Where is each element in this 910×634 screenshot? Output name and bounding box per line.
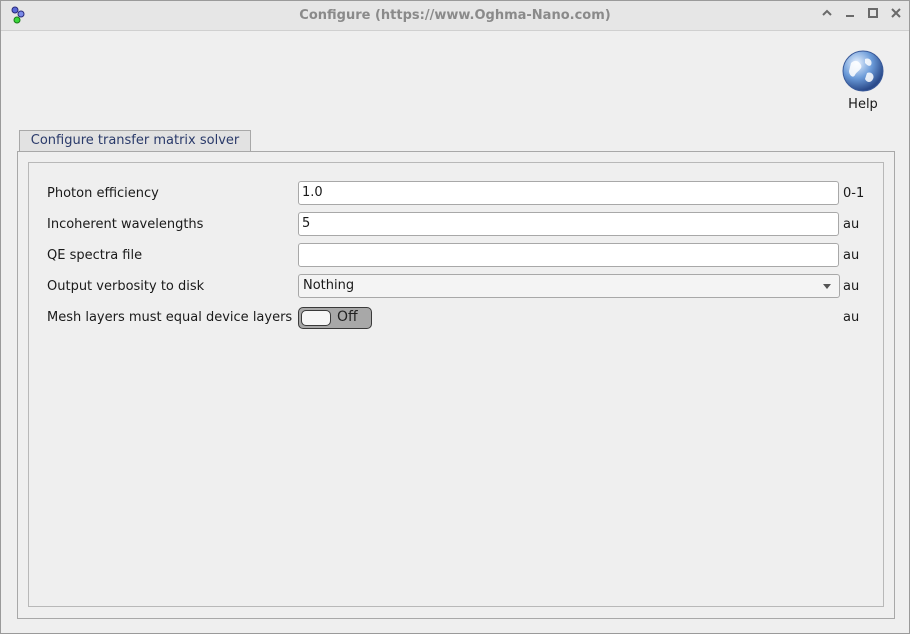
maximize-button[interactable] xyxy=(864,7,882,25)
qe-spectra-file-unit: au xyxy=(843,248,860,263)
toggle-knob xyxy=(301,310,331,326)
chevron-up-icon xyxy=(822,9,832,16)
photon-efficiency-input[interactable]: 1.0 xyxy=(298,181,839,205)
output-verbosity-select[interactable]: Nothing xyxy=(298,274,840,298)
settings-frame: Photon efficiency 1.0 0-1 Incoherent wav… xyxy=(28,162,884,607)
toggle-state: Off xyxy=(337,309,358,325)
minimize-button[interactable] xyxy=(841,7,859,25)
photon-efficiency-label: Photon efficiency xyxy=(47,186,159,201)
incoherent-wavelengths-unit: au xyxy=(843,217,860,232)
close-button[interactable] xyxy=(887,7,905,25)
title-bar[interactable]: Configure (https://www.Oghma-Nano.com) xyxy=(1,1,909,31)
configure-window: Configure (https://www.Oghma-Nano.com) H… xyxy=(0,0,910,634)
photon-efficiency-unit: 0-1 xyxy=(843,186,865,201)
help-label: Help xyxy=(848,97,878,112)
qe-spectra-file-input[interactable] xyxy=(298,243,839,267)
help-button[interactable]: Help xyxy=(839,49,887,119)
close-icon xyxy=(891,8,901,18)
mesh-layers-toggle[interactable]: Off xyxy=(298,307,372,329)
mesh-layers-label: Mesh layers must equal device layers xyxy=(47,310,293,325)
output-verbosity-label: Output verbosity to disk xyxy=(47,279,205,294)
window-title: Configure (https://www.Oghma-Nano.com) xyxy=(299,8,611,23)
shade-button[interactable] xyxy=(818,7,836,25)
minimize-icon xyxy=(846,15,854,17)
globe-help-icon xyxy=(842,50,884,92)
maximize-icon xyxy=(868,8,878,18)
incoherent-wavelengths-input[interactable]: 5 xyxy=(298,212,839,236)
output-verbosity-value: Nothing xyxy=(303,278,355,293)
chevron-down-icon xyxy=(823,284,831,289)
output-verbosity-unit: au xyxy=(843,279,860,294)
mesh-layers-unit: au xyxy=(843,310,860,325)
incoherent-wavelengths-label: Incoherent wavelengths xyxy=(47,217,204,232)
tab-configure-transfer-matrix-solver[interactable]: Configure transfer matrix solver xyxy=(19,130,251,153)
tab-panel: Photon efficiency 1.0 0-1 Incoherent wav… xyxy=(17,151,895,619)
qe-spectra-file-label: QE spectra file xyxy=(47,248,143,263)
